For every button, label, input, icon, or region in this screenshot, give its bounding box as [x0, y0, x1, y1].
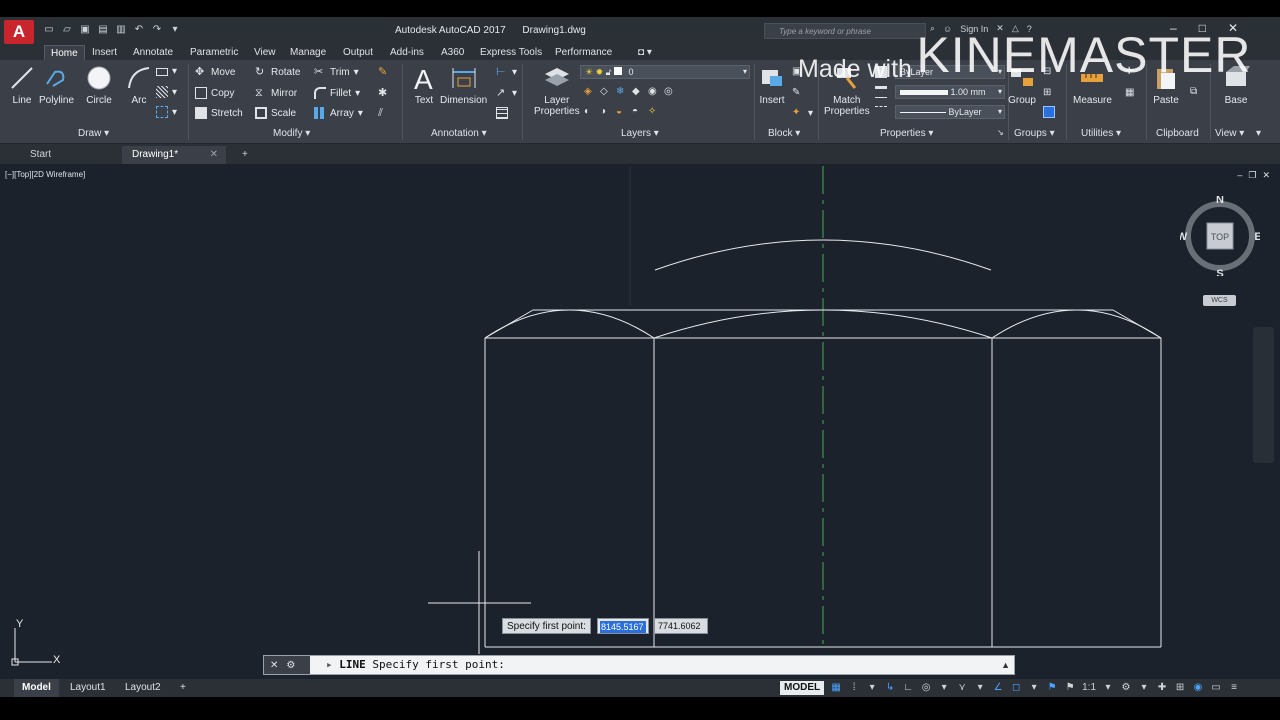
ucs-icon: X Y	[11, 618, 61, 666]
svg-text:Y: Y	[16, 618, 24, 630]
annotation-monitor-icon[interactable]: ✚	[1156, 682, 1168, 694]
dropdown-icon[interactable]: ▾	[1028, 682, 1040, 694]
right-arc	[991, 309, 1162, 339]
crosshair-cursor	[428, 551, 531, 654]
command-prompt: Specify first point:	[372, 658, 505, 671]
dropdown-icon[interactable]: ▾	[1102, 682, 1114, 694]
clean-screen-icon[interactable]: ▭	[1210, 682, 1222, 694]
command-line-tools: ✕ ⚙	[264, 656, 310, 674]
viewcube-west-label: W	[1180, 231, 1188, 243]
auto-scale-icon[interactable]: ⚑	[1064, 682, 1076, 694]
tab-model[interactable]: Model	[14, 679, 59, 697]
wcs-menu[interactable]: WCS	[1203, 295, 1236, 306]
snap-icon[interactable]: ⁞	[848, 682, 860, 694]
viewcube[interactable]: N S W E TOP	[1180, 196, 1260, 276]
command-history-icon[interactable]: ▲	[1001, 656, 1010, 674]
command-name: LINE	[339, 658, 366, 671]
grid-icon[interactable]: ▦	[830, 682, 842, 694]
command-line-text: ▸ LINE Specify first point:	[326, 656, 505, 674]
tab-layout2[interactable]: Layout2	[117, 679, 169, 697]
status-bar: Model Layout1 Layout2 + MODEL ▦ ⁞ ▾ ↳ ∟ …	[0, 679, 1280, 697]
left-arc	[484, 309, 655, 339]
dropdown-icon[interactable]: ▾	[938, 682, 950, 694]
ortho-icon[interactable]: ∟	[902, 682, 914, 694]
dynamic-input-icon[interactable]: ↳	[884, 682, 896, 694]
customize-status-bar-icon[interactable]: ≡	[1228, 682, 1240, 694]
polar-icon[interactable]: ◎	[920, 682, 932, 694]
customize-icon[interactable]: ⚙	[286, 660, 295, 671]
add-layout-icon[interactable]: +	[172, 679, 194, 697]
command-line[interactable]: ✕ ⚙ ▸ LINE Specify first point: ▲	[263, 655, 1015, 675]
viewcube-east-label: E	[1254, 231, 1260, 243]
viewcube-south-label: S	[1216, 268, 1223, 276]
workspace-gear-icon[interactable]: ⚙	[1120, 682, 1132, 694]
units-icon[interactable]: ⊞	[1174, 682, 1186, 694]
viewcube-north-label: N	[1216, 196, 1224, 206]
viewcube-face-label: TOP	[1211, 232, 1229, 242]
svg-text:X: X	[53, 654, 61, 666]
dynamic-input-prompt: Specify first point:	[502, 618, 591, 634]
dropdown-icon[interactable]: ▾	[1138, 682, 1150, 694]
annotation-visibility-icon[interactable]: ⚑	[1046, 682, 1058, 694]
dynamic-input-x[interactable]: 8145.5167	[597, 618, 649, 634]
isodraft-icon[interactable]: ⋎	[956, 682, 968, 694]
letterbox-bottom	[0, 697, 1280, 720]
dropdown-icon[interactable]: ▾	[974, 682, 986, 694]
drawing-geometry: X Y	[11, 166, 1162, 666]
close-icon[interactable]: ✕	[270, 660, 278, 671]
model-space-button[interactable]: MODEL	[780, 681, 825, 695]
status-bar-tools: MODEL ▦ ⁞ ▾ ↳ ∟ ◎ ▾ ⋎ ▾ ∠ ◻ ▾ ⚑ ⚑ 1:1 ▾ …	[780, 679, 1240, 697]
dropdown-icon[interactable]: ▾	[866, 682, 878, 694]
autocad-window: A ▭ ▱ ▣ ▤ ▥ ↶ ↷ ▾ Autodesk AutoCAD 2017 …	[0, 0, 1280, 720]
object-snap-icon[interactable]: ◻	[1010, 682, 1022, 694]
dynamic-input-y[interactable]: 7741.6062	[654, 618, 708, 634]
command-menu-icon[interactable]: ▸	[326, 658, 339, 671]
annotation-scale-value[interactable]: 1:1	[1082, 682, 1096, 694]
tab-layout1[interactable]: Layout1	[62, 679, 114, 697]
object-snap-tracking-icon[interactable]: ∠	[992, 682, 1004, 694]
isolate-objects-icon[interactable]: ◉	[1192, 682, 1204, 694]
navigation-bar[interactable]	[1253, 327, 1274, 463]
dynamic-input-x-value: 8145.5167	[600, 621, 646, 633]
